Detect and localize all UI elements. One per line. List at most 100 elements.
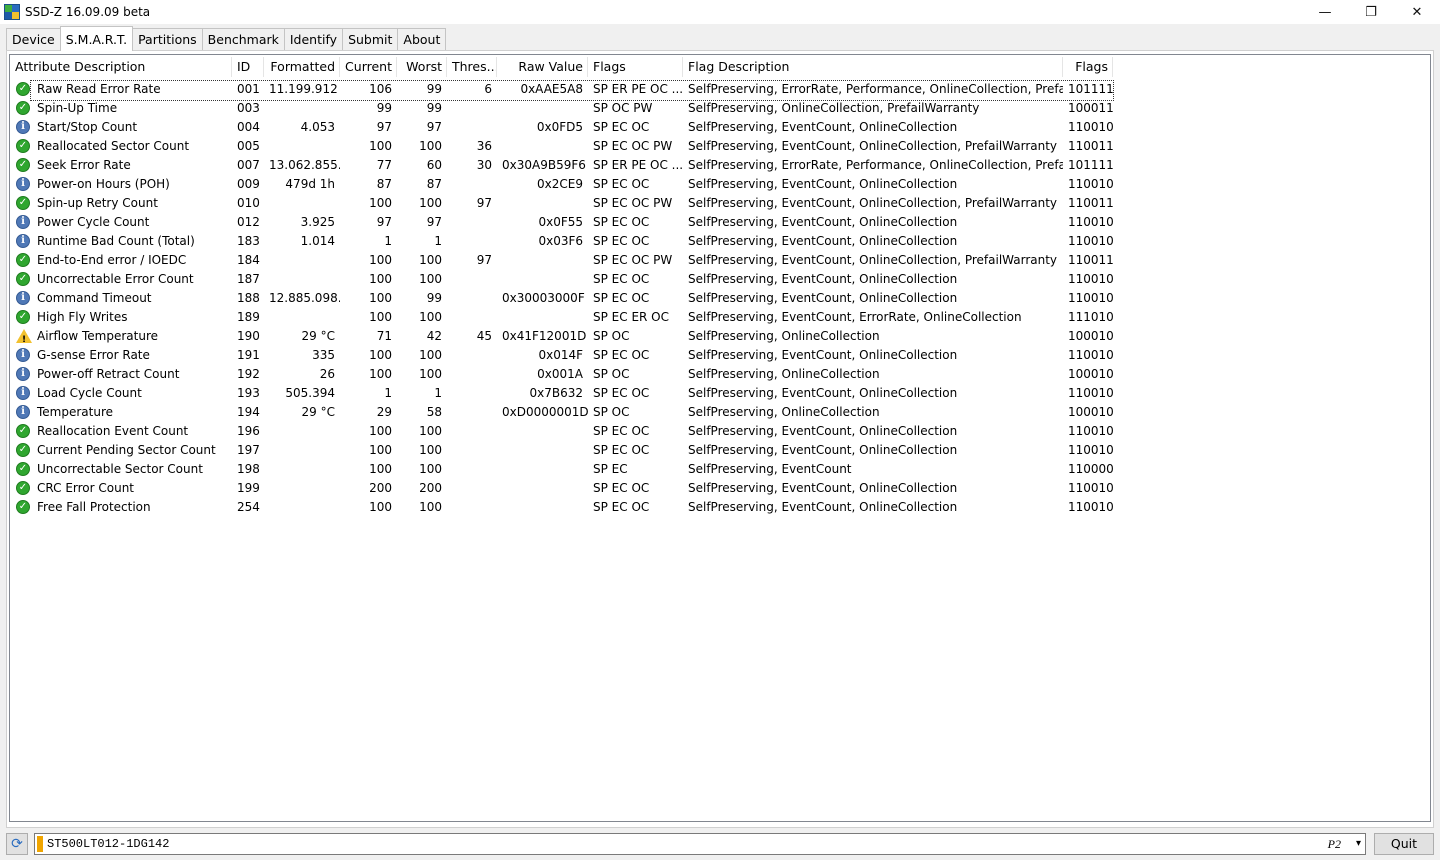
cell-flags-binary: 111010 bbox=[1068, 310, 1113, 324]
column-header-threshold[interactable]: Thres... bbox=[447, 55, 497, 79]
tab-identify[interactable]: Identify bbox=[283, 28, 344, 50]
column-header-flags-binary[interactable]: Flags bbox=[1063, 55, 1113, 79]
table-row[interactable]: ✓ Reallocated Sector Count 005 100 100 36 SP E… bbox=[10, 137, 1430, 156]
cell-raw-value: 0x001A bbox=[537, 367, 583, 381]
cell-flag-description: SelfPreserving, EventCount, OnlineCollec… bbox=[688, 177, 958, 191]
cell-worst: 97 bbox=[426, 215, 442, 229]
cell-worst: 100 bbox=[419, 253, 442, 267]
cell-formatted bbox=[264, 479, 340, 498]
tab-s-m-a-r-t[interactable]: S.M.A.R.T. bbox=[59, 26, 134, 51]
cell-raw-value: 0x41F12001D bbox=[502, 329, 587, 343]
tab-submit[interactable]: Submit bbox=[342, 28, 399, 50]
cell-id: 007 bbox=[237, 158, 260, 172]
table-row[interactable]: ✓ Free Fall Protection 254 100 100 SP EC OC Se… bbox=[10, 498, 1430, 517]
table-row[interactable]: ✓ Spin-Up Time 003 99 99 SP OC PW SelfPreservi… bbox=[10, 99, 1430, 118]
cell-worst: 100 bbox=[419, 139, 442, 153]
column-header-attribute[interactable]: Attribute Description bbox=[10, 55, 232, 79]
smart-attribute-list[interactable]: Attribute Description ID Formatted Curre… bbox=[9, 54, 1431, 822]
column-header-worst[interactable]: Worst bbox=[397, 55, 447, 79]
column-header-current[interactable]: Current bbox=[340, 55, 397, 79]
cell-attribute: Current Pending Sector Count bbox=[37, 443, 216, 457]
cell-raw-value bbox=[497, 99, 588, 118]
table-row[interactable]: ✓ Raw Read Error Rate 001 11.199.912 106 99 6 0… bbox=[10, 80, 1430, 101]
table-row[interactable]: ✓ Seek Error Rate 007 13.062.855... 77 60 30 0x… bbox=[10, 156, 1430, 175]
table-row[interactable]: i Power-on Hours (POH) 009 479d 1h 87 87 0x2CE… bbox=[10, 175, 1430, 194]
column-header-flag-description[interactable]: Flag Description bbox=[683, 55, 1063, 79]
column-header-formatted[interactable]: Formatted bbox=[264, 55, 340, 79]
table-row[interactable]: i G-sense Error Rate 191 335 100 100 0x014F SP … bbox=[10, 346, 1430, 365]
window-title: SSD-Z 16.09.09 beta bbox=[25, 5, 151, 19]
column-header-flags[interactable]: Flags bbox=[588, 55, 683, 79]
cell-current: 100 bbox=[369, 462, 392, 476]
cell-worst: 100 bbox=[419, 367, 442, 381]
drive-model: ST500LT012-1DG142 bbox=[47, 837, 170, 851]
table-row[interactable]: i Command Timeout 188 12.885.098... 100 99 0x3… bbox=[10, 289, 1430, 308]
cell-threshold bbox=[447, 422, 497, 441]
table-row[interactable]: ✓ Spin-up Retry Count 010 100 100 97 SP EC OC … bbox=[10, 194, 1430, 213]
cell-worst: 100 bbox=[419, 462, 442, 476]
tab-partitions[interactable]: Partitions bbox=[132, 28, 203, 50]
cell-worst: 100 bbox=[419, 272, 442, 286]
refresh-button[interactable]: ⟳ bbox=[6, 833, 28, 855]
cell-raw-value: 0x30003000F bbox=[502, 291, 585, 305]
refresh-icon: ⟳ bbox=[11, 836, 23, 852]
cell-flag-description: SelfPreserving, OnlineCollection bbox=[688, 367, 880, 381]
table-row[interactable]: ✓ Uncorrectable Error Count 187 100 100 SP EC… bbox=[10, 270, 1430, 289]
column-header-raw-value[interactable]: Raw Value bbox=[497, 55, 588, 79]
cell-threshold bbox=[447, 118, 497, 137]
cell-worst: 1 bbox=[434, 386, 442, 400]
close-button[interactable]: ✕ bbox=[1394, 0, 1440, 24]
cell-formatted bbox=[264, 460, 340, 479]
cell-flags: SP EC bbox=[593, 462, 628, 476]
cell-attribute: Spin-Up Time bbox=[37, 101, 118, 115]
column-header-id[interactable]: ID bbox=[232, 55, 264, 79]
restore-button[interactable]: ❐ bbox=[1348, 0, 1394, 24]
cell-formatted bbox=[264, 308, 340, 327]
check-circle-icon: ✓ bbox=[16, 196, 30, 210]
table-row[interactable]: i Power Cycle Count 012 3.925 97 97 0x0F55 SP E… bbox=[10, 213, 1430, 232]
cell-attribute: Power-off Retract Count bbox=[37, 367, 180, 381]
cell-id: 192 bbox=[237, 367, 260, 381]
cell-worst: 99 bbox=[426, 82, 442, 96]
info-circle-icon: i bbox=[16, 367, 30, 381]
cell-raw-value bbox=[497, 479, 588, 498]
cell-threshold: 36 bbox=[476, 139, 492, 153]
table-row[interactable]: ✓ End-to-End error / IOEDC 184 100 100 97 SP E… bbox=[10, 251, 1430, 270]
cell-formatted: 1.014 bbox=[300, 234, 335, 248]
drive-select[interactable]: ST500LT012-1DG142 P2 ▾ bbox=[34, 833, 1366, 855]
cell-threshold bbox=[447, 384, 497, 403]
cell-threshold bbox=[447, 308, 497, 327]
cell-current: 1 bbox=[384, 386, 392, 400]
cell-current: 77 bbox=[376, 158, 392, 172]
cell-current: 97 bbox=[376, 120, 392, 134]
table-row[interactable]: ✓ High Fly Writes 189 100 100 SP EC ER OC Self… bbox=[10, 308, 1430, 327]
table-row[interactable]: ✓ Uncorrectable Sector Count 198 100 100 SP E… bbox=[10, 460, 1430, 479]
minimize-button[interactable]: — bbox=[1302, 0, 1348, 24]
cell-current: 71 bbox=[376, 329, 392, 343]
table-row[interactable]: i Load Cycle Count 193 505.394 1 1 0x7B632 SP E… bbox=[10, 384, 1430, 403]
cell-flags-binary: 100011 bbox=[1068, 101, 1113, 115]
table-row[interactable]: i Power-off Retract Count 192 26 100 100 0x001… bbox=[10, 365, 1430, 384]
tab-benchmark[interactable]: Benchmark bbox=[201, 28, 285, 50]
table-row[interactable]: i Start/Stop Count 004 4.053 97 97 0x0FD5 SP EC… bbox=[10, 118, 1430, 137]
table-row[interactable]: i Runtime Bad Count (Total) 183 1.014 1 1 0x03… bbox=[10, 232, 1430, 251]
table-row[interactable]: i Temperature 194 29 °C 29 58 0xD0000001D SP OC… bbox=[10, 403, 1430, 422]
tab-device[interactable]: Device bbox=[6, 28, 61, 50]
cell-current: 100 bbox=[369, 348, 392, 362]
cell-flags-binary: 100010 bbox=[1068, 367, 1113, 381]
check-circle-icon: ✓ bbox=[16, 101, 30, 115]
title-bar: SSD-Z 16.09.09 beta — ❐ ✕ bbox=[0, 0, 1440, 24]
table-row[interactable]: ✓ Current Pending Sector Count 197 100 100 SP… bbox=[10, 441, 1430, 460]
quit-button[interactable]: Quit bbox=[1374, 833, 1434, 855]
bottom-bar: ⟳ ST500LT012-1DG142 P2 ▾ Quit bbox=[0, 830, 1440, 860]
table-row[interactable]: ! Airflow Temperature 190 29 °C 71 42 45 0x41F1… bbox=[10, 327, 1430, 346]
cell-raw-value: 0xD0000001D bbox=[502, 405, 588, 419]
chevron-down-icon[interactable]: ▾ bbox=[1356, 834, 1361, 854]
table-row[interactable]: ✓ CRC Error Count 199 200 200 SP EC OC SelfPre… bbox=[10, 479, 1430, 498]
cell-id: 190 bbox=[237, 329, 260, 343]
cell-current: 87 bbox=[376, 177, 392, 191]
cell-id: 004 bbox=[237, 120, 260, 134]
cell-worst: 100 bbox=[419, 500, 442, 514]
table-row[interactable]: ✓ Reallocation Event Count 196 100 100 SP EC … bbox=[10, 422, 1430, 441]
tab-about[interactable]: About bbox=[397, 28, 447, 50]
